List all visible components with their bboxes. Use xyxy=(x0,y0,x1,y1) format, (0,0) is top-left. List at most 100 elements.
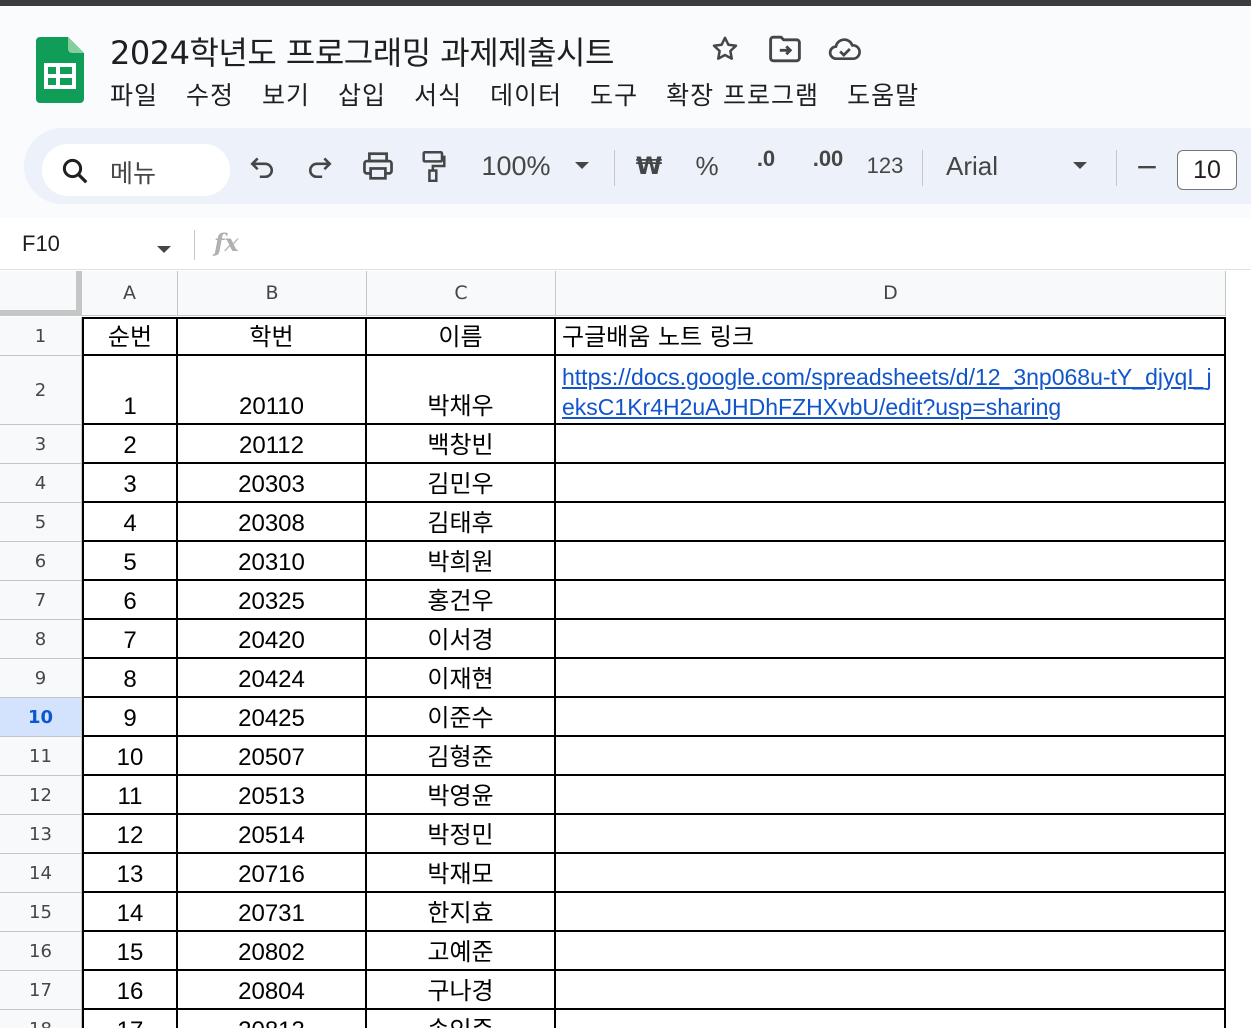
cell-student-id[interactable]: 20514 xyxy=(178,815,367,854)
cell-student-id[interactable]: 20716 xyxy=(178,854,367,893)
row-header[interactable]: 2 xyxy=(0,356,82,425)
cell-number[interactable]: 15 xyxy=(82,932,178,971)
cell-name[interactable]: 이준수 xyxy=(367,698,556,737)
cell-number[interactable]: 3 xyxy=(82,464,178,503)
header-cell[interactable]: 구글배움 노트 링크 xyxy=(556,317,1226,356)
cell-number[interactable]: 9 xyxy=(82,698,178,737)
move-folder-icon[interactable] xyxy=(768,32,802,66)
cell-student-id[interactable]: 20325 xyxy=(178,581,367,620)
cell-number[interactable]: 1 xyxy=(82,356,178,425)
row-header[interactable]: 3 xyxy=(0,425,82,464)
row-header[interactable]: 6 xyxy=(0,542,82,581)
row-header[interactable]: 18 xyxy=(0,1010,82,1028)
menu-help[interactable]: 도움말 xyxy=(847,76,919,112)
cell-name[interactable]: 한지효 xyxy=(367,893,556,932)
currency-format-button[interactable]: ₩ xyxy=(632,146,666,186)
cell-name[interactable]: 백창빈 xyxy=(367,425,556,464)
cell-link-empty[interactable] xyxy=(556,776,1226,815)
cell-number[interactable]: 4 xyxy=(82,503,178,542)
row-header[interactable]: 14 xyxy=(0,854,82,893)
font-size-input[interactable]: 10 xyxy=(1177,150,1237,190)
row-header[interactable]: 8 xyxy=(0,620,82,659)
cell-student-id[interactable]: 20110 xyxy=(178,356,367,425)
redo-icon[interactable] xyxy=(302,146,338,186)
row-header[interactable]: 13 xyxy=(0,815,82,854)
cell-name[interactable]: 김형준 xyxy=(367,737,556,776)
menu-view[interactable]: 보기 xyxy=(262,76,310,112)
cell-name[interactable]: 고예준 xyxy=(367,932,556,971)
row-header[interactable]: 9 xyxy=(0,659,82,698)
cell-student-id[interactable]: 20112 xyxy=(178,425,367,464)
cell-student-id[interactable]: 20731 xyxy=(178,893,367,932)
column-header-d[interactable]: D xyxy=(556,271,1226,316)
cell-student-id[interactable]: 20802 xyxy=(178,932,367,971)
menu-edit[interactable]: 수정 xyxy=(186,76,234,112)
cell-link-empty[interactable] xyxy=(556,464,1226,503)
paint-format-icon[interactable] xyxy=(416,146,452,186)
cell-name[interactable]: 박채우 xyxy=(367,356,556,425)
undo-icon[interactable] xyxy=(244,146,280,186)
cell-student-id[interactable]: 20513 xyxy=(178,776,367,815)
menu-file[interactable]: 파일 xyxy=(110,76,158,112)
cell-link-empty[interactable] xyxy=(556,1010,1226,1028)
cell-name[interactable]: 박희원 xyxy=(367,542,556,581)
cell-student-id[interactable]: 20310 xyxy=(178,542,367,581)
cell-student-id[interactable]: 20507 xyxy=(178,737,367,776)
cell-link-empty[interactable] xyxy=(556,581,1226,620)
cell-number[interactable]: 12 xyxy=(82,815,178,854)
cell-number[interactable]: 5 xyxy=(82,542,178,581)
font-family-select[interactable]: Arial xyxy=(946,146,1012,186)
menu-insert[interactable]: 삽입 xyxy=(338,76,386,112)
row-header[interactable]: 16 xyxy=(0,932,82,971)
select-all-corner[interactable] xyxy=(0,271,82,316)
decrease-font-size-button[interactable]: − xyxy=(1132,146,1162,186)
cell-link-empty[interactable] xyxy=(556,425,1226,464)
cell-link-empty[interactable] xyxy=(556,854,1226,893)
cell-link-empty[interactable] xyxy=(556,542,1226,581)
cell-name[interactable]: 이재현 xyxy=(367,659,556,698)
row-header[interactable]: 11 xyxy=(0,737,82,776)
cell-name[interactable]: 홍건우 xyxy=(367,581,556,620)
cell-link-empty[interactable] xyxy=(556,659,1226,698)
cell-name[interactable]: 박정민 xyxy=(367,815,556,854)
row-header[interactable]: 12 xyxy=(0,776,82,815)
cell-link[interactable]: https://docs.google.com/spreadsheets/d/1… xyxy=(556,356,1226,425)
cloud-status-icon[interactable] xyxy=(828,32,862,66)
print-icon[interactable] xyxy=(358,146,398,186)
cell-number[interactable]: 16 xyxy=(82,971,178,1010)
cell-student-id[interactable]: 20813 xyxy=(178,1010,367,1028)
cell-link-empty[interactable] xyxy=(556,620,1226,659)
cell-name[interactable]: 김민우 xyxy=(367,464,556,503)
zoom-dropdown-icon[interactable] xyxy=(570,146,594,186)
name-box[interactable]: F10 xyxy=(22,231,60,257)
cell-link-empty[interactable] xyxy=(556,971,1226,1010)
header-cell[interactable]: 이름 xyxy=(367,317,556,356)
row-header[interactable]: 17 xyxy=(0,971,82,1010)
row-header[interactable]: 1 xyxy=(0,317,82,356)
cell-student-id[interactable]: 20420 xyxy=(178,620,367,659)
row-header[interactable]: 10 xyxy=(0,698,82,737)
sheets-logo-icon[interactable] xyxy=(36,37,84,103)
cell-student-id[interactable]: 20804 xyxy=(178,971,367,1010)
cell-name[interactable]: 김태후 xyxy=(367,503,556,542)
menu-extensions[interactable]: 확장 프로그램 xyxy=(666,76,819,112)
cell-name[interactable]: 박재모 xyxy=(367,854,556,893)
cell-student-id[interactable]: 20425 xyxy=(178,698,367,737)
row-header[interactable]: 4 xyxy=(0,464,82,503)
name-box-dropdown-icon[interactable] xyxy=(156,240,172,259)
menu-format[interactable]: 서식 xyxy=(414,76,462,112)
zoom-value[interactable]: 100% xyxy=(478,146,554,186)
column-header-c[interactable]: C xyxy=(367,271,556,316)
cell-number[interactable]: 8 xyxy=(82,659,178,698)
cell-number[interactable]: 13 xyxy=(82,854,178,893)
column-header-a[interactable]: A xyxy=(82,271,178,316)
header-cell[interactable]: 순번 xyxy=(82,317,178,356)
decrease-decimal-button[interactable]: .0 xyxy=(746,146,786,186)
cell-number[interactable]: 6 xyxy=(82,581,178,620)
cell-name[interactable]: 이서경 xyxy=(367,620,556,659)
cell-student-id[interactable]: 20303 xyxy=(178,464,367,503)
menu-search[interactable]: 메뉴 xyxy=(42,144,230,196)
cell-number[interactable]: 17 xyxy=(82,1010,178,1028)
font-dropdown-icon[interactable] xyxy=(1068,146,1092,186)
cell-name[interactable]: 송인준 xyxy=(367,1010,556,1028)
